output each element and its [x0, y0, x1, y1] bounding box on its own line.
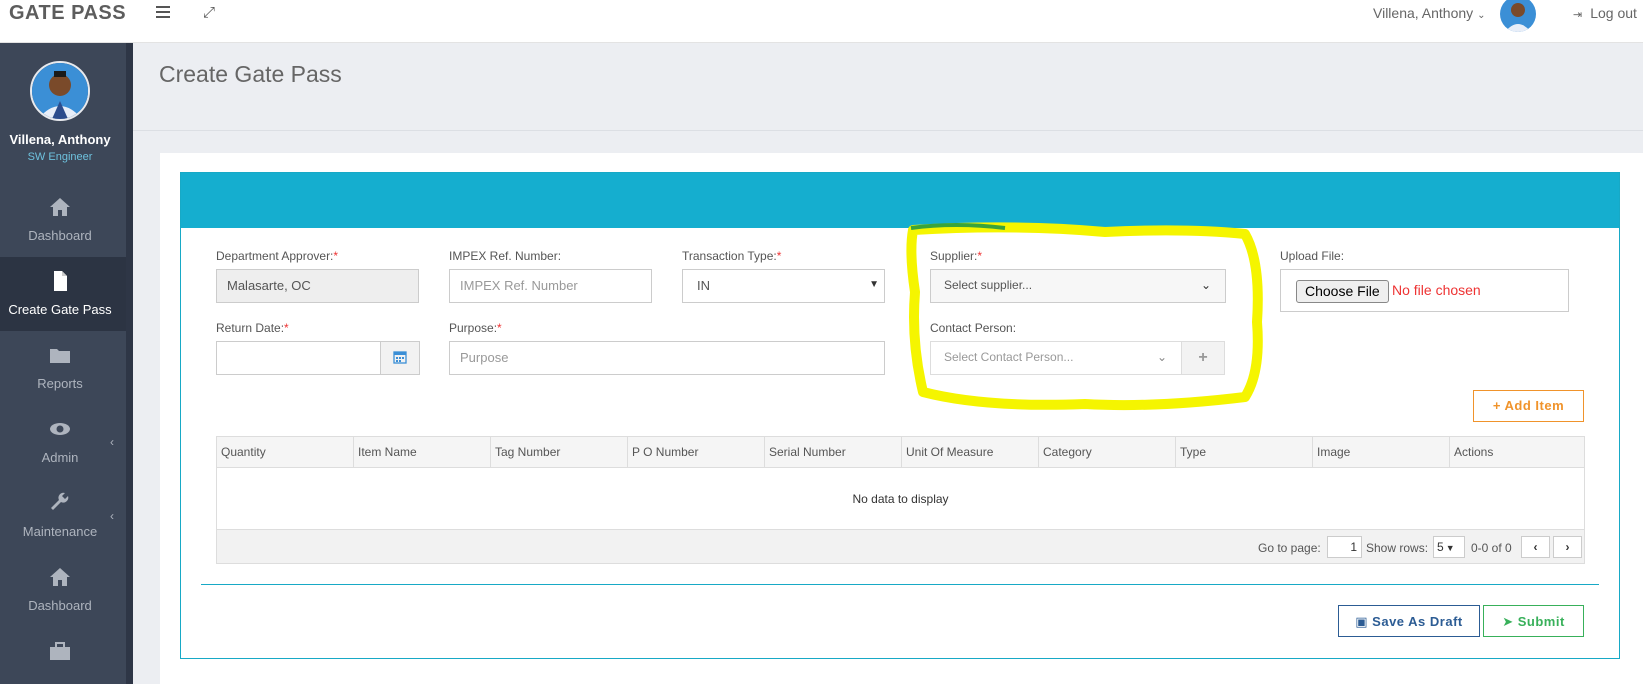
return-date-input[interactable]: [216, 341, 381, 375]
sidebar-item-dashboard[interactable]: Dashboard: [0, 183, 126, 257]
eye-icon: [50, 423, 70, 435]
sidebar-item-create-gate-pass[interactable]: Create Gate Pass: [0, 257, 126, 331]
sidebar-item-maintenance[interactable]: Maintenance ‹: [0, 479, 126, 553]
sidebar-item-more[interactable]: [0, 627, 126, 684]
wrench-icon: [51, 492, 69, 510]
column-header[interactable]: Item Name: [354, 437, 491, 467]
sidebar: Villena, Anthony SW Engineer Dashboard C…: [0, 43, 133, 684]
fullscreen-icon[interactable]: ⤢: [203, 4, 215, 21]
column-header[interactable]: Category: [1039, 437, 1176, 467]
app-brand[interactable]: GATE PASS: [9, 2, 126, 25]
submit-label: Submit: [1517, 614, 1565, 629]
user-menu-name: Villena, Anthony: [1373, 5, 1474, 21]
chevron-left-icon: ‹: [110, 435, 114, 449]
sidebar-item-reports[interactable]: Reports: [0, 331, 126, 405]
caret-down-icon: ▼: [1445, 543, 1455, 553]
department-approver-field[interactable]: Malasarte, OC: [216, 269, 419, 303]
menu-toggle-icon[interactable]: [156, 6, 170, 20]
rows-value: 5: [1437, 540, 1444, 554]
sidebar-item-label: Dashboard: [28, 228, 92, 243]
gate-pass-card: [180, 172, 1620, 659]
sidebar-item-label: Reports: [37, 376, 83, 391]
save-icon: ▣: [1355, 614, 1369, 629]
page-title: Create Gate Pass: [159, 61, 342, 87]
profile-role: SW Engineer: [27, 151, 93, 163]
add-item-label: Add Item: [1504, 398, 1565, 413]
column-header[interactable]: Quantity: [217, 437, 354, 467]
card-header: [181, 173, 1619, 228]
chevron-left-icon: ‹: [1533, 540, 1538, 554]
add-item-button[interactable]: + Add Item: [1473, 390, 1584, 422]
impex-ref-label: IMPEX Ref. Number:: [449, 249, 562, 263]
profile-name: Villena, Anthony: [9, 132, 111, 147]
page-number-input[interactable]: 1: [1327, 536, 1362, 558]
grid-pager: Go to page: 1 Show rows: 5 ▼ 0-0 of 0 ‹ ›: [217, 529, 1584, 563]
chevron-down-icon: ⌄: [1477, 10, 1486, 21]
next-page-button[interactable]: ›: [1553, 536, 1582, 558]
caret-down-icon: ▼: [869, 279, 879, 290]
sign-out-icon: ⇥: [1573, 9, 1583, 21]
chevron-left-icon: ‹: [110, 509, 114, 523]
profile-avatar: [30, 61, 90, 121]
paper-plane-icon: ➤: [1502, 614, 1514, 629]
calendar-button[interactable]: [380, 341, 420, 375]
highlight-annotation: [906, 222, 1263, 411]
sidebar-item-label: Maintenance: [22, 524, 98, 539]
sidebar-item-dashboard-2[interactable]: Dashboard: [0, 553, 126, 627]
sidebar-item-label: Dashboard: [28, 598, 92, 613]
chevron-right-icon: ›: [1565, 540, 1570, 554]
top-navbar: GATE PASS ⤢ Villena, Anthony ⌄ ⇥ Log out: [0, 0, 1643, 43]
go-to-page-label: Go to page:: [1258, 541, 1321, 555]
column-header[interactable]: Serial Number: [765, 437, 902, 467]
column-header[interactable]: Tag Number: [491, 437, 628, 467]
upload-file-label: Upload File:: [1280, 249, 1345, 263]
transaction-type-select[interactable]: IN ▼: [682, 269, 885, 303]
file-icon: [54, 271, 67, 291]
calendar-icon: [393, 351, 407, 364]
choose-file-button[interactable]: Choose File: [1296, 280, 1389, 303]
rows-per-page-select[interactable]: 5 ▼: [1433, 536, 1465, 558]
home-icon: [50, 198, 70, 216]
form-divider: [201, 584, 1599, 585]
logout-label: Log out: [1590, 5, 1637, 21]
transaction-type-label: Transaction Type:*: [682, 249, 782, 263]
prev-page-button[interactable]: ‹: [1521, 536, 1550, 558]
save-draft-label: Save As Draft: [1372, 614, 1463, 629]
purpose-input[interactable]: Purpose: [449, 341, 885, 375]
column-header[interactable]: P O Number: [628, 437, 765, 467]
items-grid: Quantity Item Name Tag Number P O Number…: [216, 436, 1585, 564]
impex-ref-input[interactable]: IMPEX Ref. Number: [449, 269, 652, 303]
department-approver-label: Department Approver:*: [216, 249, 339, 263]
sidebar-profile: Villena, Anthony SW Engineer: [0, 43, 126, 183]
avatar[interactable]: [1500, 0, 1536, 32]
grid-header: Quantity Item Name Tag Number P O Number…: [217, 437, 1584, 468]
sidebar-item-admin[interactable]: Admin ‹: [0, 405, 126, 479]
column-header[interactable]: Type: [1176, 437, 1313, 467]
column-header[interactable]: Image: [1313, 437, 1450, 467]
page-header: Create Gate Pass: [133, 43, 1643, 131]
column-header[interactable]: Unit Of Measure: [902, 437, 1039, 467]
file-status: No file chosen: [1392, 282, 1481, 298]
sidebar-item-label: Admin: [41, 450, 79, 465]
user-menu[interactable]: Villena, Anthony ⌄: [1373, 5, 1486, 21]
home-icon: [50, 568, 70, 586]
folder-icon: [50, 349, 70, 363]
empty-message: No data to display: [852, 492, 949, 506]
page-range: 0-0 of 0: [1471, 541, 1512, 555]
transaction-type-value: IN: [697, 278, 710, 293]
logout-link[interactable]: ⇥ Log out: [1573, 5, 1637, 21]
return-date-label: Return Date:*: [216, 321, 289, 335]
purpose-label: Purpose:*: [449, 321, 502, 335]
column-header[interactable]: Actions: [1450, 437, 1584, 467]
submit-button[interactable]: ➤ Submit: [1483, 605, 1584, 637]
briefcase-icon: [50, 642, 70, 660]
sidebar-item-label: Create Gate Pass: [8, 302, 112, 317]
save-draft-button[interactable]: ▣ Save As Draft: [1338, 605, 1480, 637]
plus-icon: +: [1492, 398, 1501, 413]
upload-file-field: Choose File No file chosen: [1280, 269, 1569, 312]
show-rows-label: Show rows:: [1366, 541, 1429, 555]
